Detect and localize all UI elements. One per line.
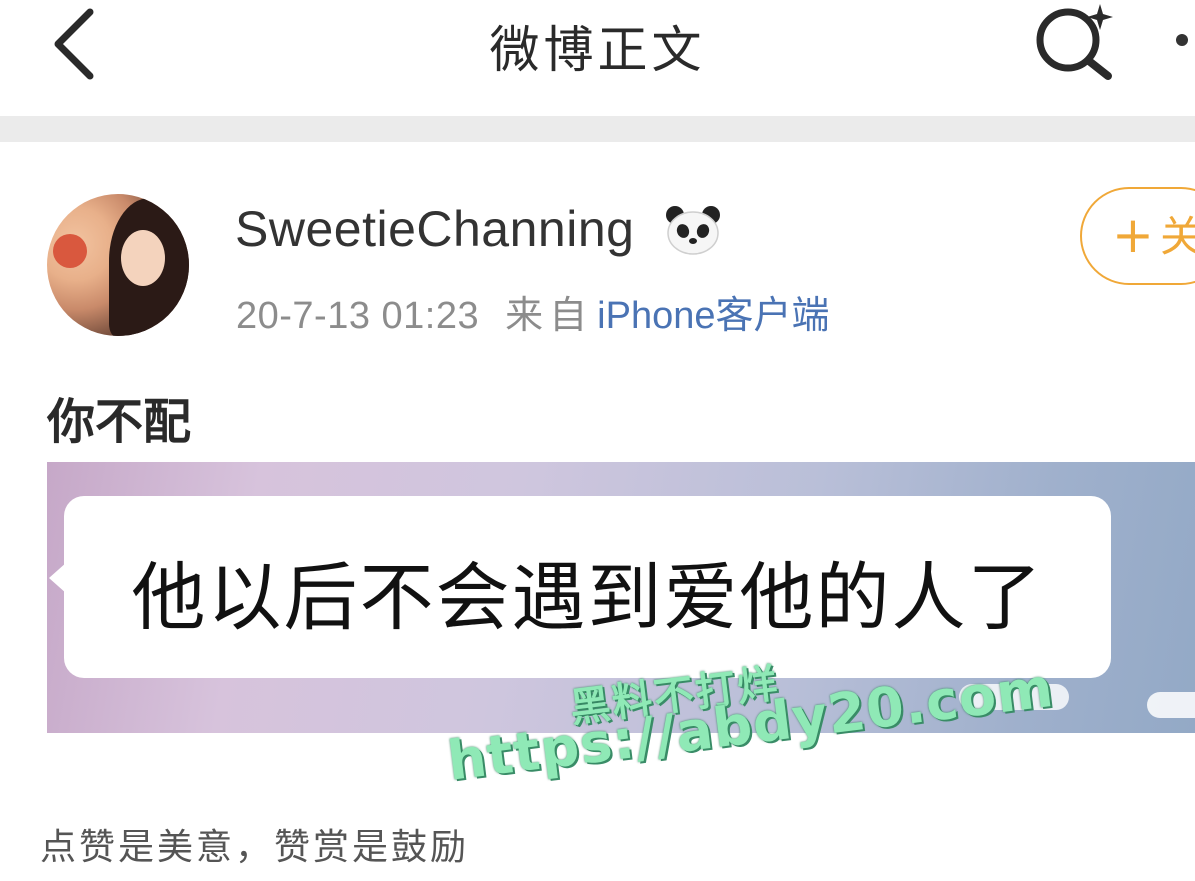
panda-icon [665, 205, 721, 255]
top-bar: 微博正文 [0, 0, 1195, 116]
chat-bubble: 他以后不会遇到爱他的人了 [64, 496, 1111, 678]
avatar[interactable] [47, 194, 189, 336]
post-text: 你不配 [47, 394, 192, 450]
client-link[interactable]: iPhone客户端 [597, 295, 829, 337]
from-label: 来自 [505, 293, 594, 337]
avatar-apple [53, 234, 87, 268]
post-meta: 20-7-13 01:23 来自 iPhone客户端 [236, 284, 829, 339]
search-button[interactable] [1030, 0, 1120, 84]
bubble-tail [49, 562, 67, 594]
more-dots-icon [1176, 34, 1188, 46]
follow-label: 关 [1160, 212, 1195, 261]
search-icon [1036, 4, 1113, 80]
bubble-text: 他以后不会遇到爱他的人了 [131, 555, 1044, 641]
post-timestamp: 20-7-13 01:23 [236, 295, 480, 337]
username[interactable]: SweetieChanning [235, 200, 634, 258]
follow-button[interactable]: + 关 [1080, 187, 1195, 285]
avatar-face [121, 230, 165, 286]
more-button[interactable] [1168, 24, 1195, 64]
page-title: 微博正文 [489, 21, 706, 79]
image-highlight [1147, 692, 1195, 718]
plus-icon: + [1112, 206, 1154, 264]
section-divider [0, 116, 1195, 142]
reward-text: 点赞是美意，赞赏是鼓励 [40, 827, 470, 868]
